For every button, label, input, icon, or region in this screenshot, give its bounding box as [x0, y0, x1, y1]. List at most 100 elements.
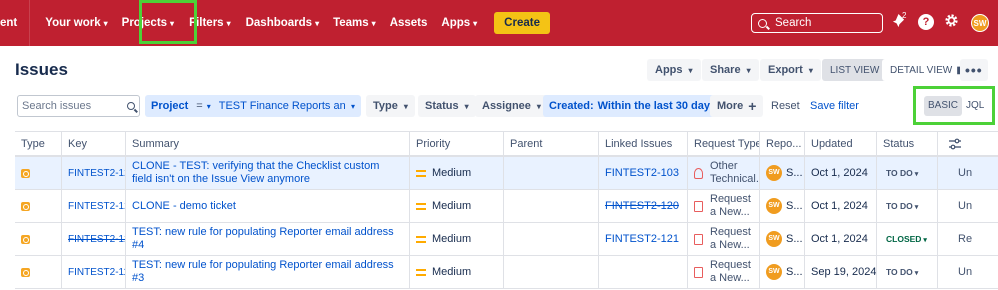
- settings-gear-icon[interactable]: [944, 13, 959, 32]
- nav-apps-label: Apps: [441, 17, 471, 29]
- cell-type: [15, 256, 61, 288]
- issue-summary-link[interactable]: TEST: new rule for populating Reporter e…: [132, 226, 409, 252]
- cell-linked-issues: [598, 256, 687, 288]
- nav-dashboards[interactable]: Dashboards ▾: [239, 0, 326, 46]
- headset-icon: [694, 167, 703, 179]
- issue-summary-link[interactable]: CLONE - demo ticket: [132, 200, 244, 213]
- list-view-label: LIST VIEW: [830, 64, 880, 76]
- table-row[interactable]: FINTEST2-120 TEST: new rule for populatin…: [15, 223, 998, 256]
- cell-reporter: SW S...: [759, 157, 804, 189]
- column-header-updated[interactable]: Updated: [804, 132, 876, 156]
- create-button[interactable]: Create: [494, 12, 550, 34]
- issue-summary-link[interactable]: TEST: new rule for populating Reporter e…: [132, 259, 409, 285]
- chevron-down-icon: ▾: [206, 101, 211, 111]
- column-header-type[interactable]: Type: [15, 132, 61, 156]
- column-header-linked-issues[interactable]: Linked Issues: [598, 132, 687, 156]
- column-header-reporter[interactable]: Repo...: [759, 132, 804, 156]
- search-issues-input[interactable]: Search issues: [17, 95, 140, 117]
- nav-assets[interactable]: Assets: [383, 0, 435, 46]
- issue-key-link[interactable]: FINTEST2-121: [68, 201, 125, 212]
- nav-teams[interactable]: Teams ▾: [326, 0, 383, 46]
- column-header-request-type[interactable]: Request Type: [687, 132, 759, 156]
- project-filter-chip[interactable]: Project = ▾ TEST Finance Reports and S..…: [145, 95, 361, 117]
- cell-updated: Oct 1, 2024: [804, 190, 876, 222]
- column-header-settings: [937, 132, 998, 156]
- issue-summary-link[interactable]: CLONE - TEST: verifying that the Checkli…: [132, 160, 409, 186]
- cell-overflow: Un: [937, 157, 998, 189]
- chevron-down-icon: ▾: [536, 101, 541, 111]
- chevron-down-icon: ▾: [473, 18, 478, 28]
- status-filter-button[interactable]: Status ▾: [418, 95, 476, 117]
- notification-count-badge: 2: [902, 11, 907, 20]
- document-icon: [694, 233, 703, 245]
- user-avatar[interactable]: SW: [971, 14, 989, 32]
- cell-overflow: Un: [937, 190, 998, 222]
- cell-summary: TEST: new rule for populating Reporter e…: [125, 256, 409, 288]
- column-header-status[interactable]: Status: [876, 132, 937, 156]
- nav-teams-label: Teams: [333, 17, 369, 29]
- basic-mode-button[interactable]: BASIC: [924, 96, 963, 116]
- reset-button[interactable]: Reset: [767, 95, 804, 117]
- cell-key: FINTEST2-119: [61, 256, 125, 288]
- status-lozenge[interactable]: TO DO ▾: [883, 266, 921, 278]
- nav-truncated-item[interactable]: ent: [0, 0, 29, 46]
- cell-status: TO DO ▾: [876, 256, 937, 288]
- export-dropdown-button[interactable]: Export ▾: [760, 59, 821, 81]
- status-lozenge[interactable]: CLOSED ▾: [883, 233, 930, 245]
- linked-issue-link[interactable]: FINTEST2-103: [605, 167, 679, 179]
- cell-updated: Oct 1, 2024: [804, 223, 876, 255]
- cell-key: FINTEST2-122: [61, 157, 125, 189]
- reporter-avatar: SW: [766, 231, 782, 247]
- column-header-summary[interactable]: Summary: [125, 132, 409, 156]
- search-mode-toggle: BASIC JQL: [924, 96, 988, 116]
- column-header-priority[interactable]: Priority: [409, 132, 503, 156]
- share-dropdown-button[interactable]: Share ▾: [702, 59, 759, 81]
- linked-issue-link[interactable]: FINTEST2-121: [605, 233, 679, 245]
- project-filter-operator[interactable]: =: [196, 100, 202, 112]
- column-settings-icon[interactable]: [948, 137, 962, 151]
- jql-mode-button[interactable]: JQL: [962, 96, 988, 116]
- issue-key-link[interactable]: FINTEST2-122: [68, 168, 125, 179]
- priority-medium-icon: [416, 235, 426, 243]
- nav-apps[interactable]: Apps ▾: [434, 0, 484, 46]
- chevron-down-icon: ▾: [464, 101, 469, 111]
- cell-parent: [503, 157, 598, 189]
- help-icon[interactable]: ?: [918, 14, 934, 30]
- cell-linked-issues: FINTEST2-120: [598, 190, 687, 222]
- linked-issue-link[interactable]: FINTEST2-120: [605, 200, 679, 212]
- cell-linked-issues: FINTEST2-103: [598, 157, 687, 189]
- global-search-placeholder: Search: [775, 17, 812, 29]
- chevron-down-icon: ▾: [226, 18, 231, 28]
- type-filter-button[interactable]: Type ▾: [366, 95, 415, 117]
- request-type-label: Other Technical...: [710, 160, 759, 185]
- service-request-type-icon: [21, 234, 30, 244]
- more-filters-button[interactable]: More +: [710, 95, 764, 117]
- issue-key-link[interactable]: FINTEST2-119: [68, 267, 125, 278]
- cell-parent: [503, 256, 598, 288]
- status-lozenge[interactable]: TO DO ▾: [883, 167, 921, 179]
- nav-your-work[interactable]: Your work ▾: [38, 0, 114, 46]
- table-row[interactable]: FINTEST2-122 CLONE - TEST: verifying that…: [15, 157, 998, 190]
- chevron-down-icon: ▾: [914, 270, 919, 277]
- cell-reporter: SW S...: [759, 190, 804, 222]
- global-search-input[interactable]: Search: [751, 13, 883, 33]
- assignee-filter-button[interactable]: Assignee ▾: [475, 95, 548, 117]
- table-row[interactable]: FINTEST2-121 CLONE - demo ticket Medium FIN…: [15, 190, 998, 223]
- save-filter-button[interactable]: Save filter: [806, 95, 863, 117]
- nav-assets-label: Assets: [389, 17, 428, 29]
- column-header-parent[interactable]: Parent: [503, 132, 598, 156]
- status-lozenge[interactable]: TO DO ▾: [883, 200, 921, 212]
- priority-label: Medium: [432, 167, 472, 179]
- chevron-down-icon: ▾: [746, 65, 751, 75]
- service-request-type-icon: [21, 267, 30, 277]
- column-header-key[interactable]: Key: [61, 132, 125, 156]
- cell-updated: Sep 19, 2024: [804, 256, 876, 288]
- issue-key-link[interactable]: FINTEST2-120: [68, 234, 125, 245]
- cell-status: TO DO ▾: [876, 157, 937, 189]
- more-actions-button[interactable]: •••: [960, 59, 988, 81]
- table-row[interactable]: FINTEST2-119 TEST: new rule for populatin…: [15, 256, 998, 289]
- apps-dropdown-button[interactable]: Apps ▾: [647, 59, 701, 81]
- updated-date: Sep 19, 2024: [811, 266, 876, 278]
- share-label: Share: [710, 64, 741, 76]
- priority-medium-icon: [416, 202, 426, 210]
